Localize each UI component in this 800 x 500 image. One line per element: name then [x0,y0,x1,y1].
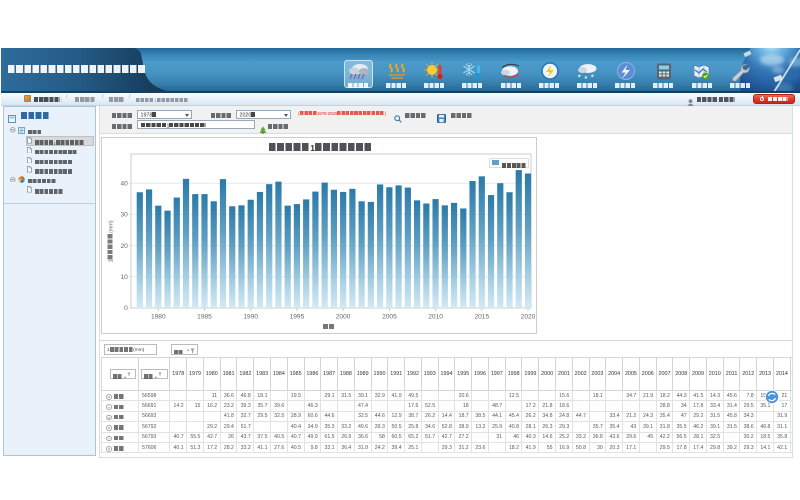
svg-text:2010: 2010 [428,314,443,321]
svg-text:30: 30 [120,212,128,219]
svg-text:1980: 1980 [151,314,166,321]
svg-text:1990: 1990 [243,314,258,321]
svg-text:2020: 2020 [521,314,536,321]
svg-text:1995: 1995 [290,314,305,321]
svg-text:2015: 2015 [474,314,489,321]
svg-text:2000: 2000 [336,314,351,321]
svg-text:2005: 2005 [382,314,397,321]
svg-text:20: 20 [120,243,128,250]
svg-text:1985: 1985 [197,314,212,321]
svg-text:40: 40 [120,180,128,187]
svg-text:10: 10 [120,274,128,281]
svg-text:0: 0 [124,305,128,312]
